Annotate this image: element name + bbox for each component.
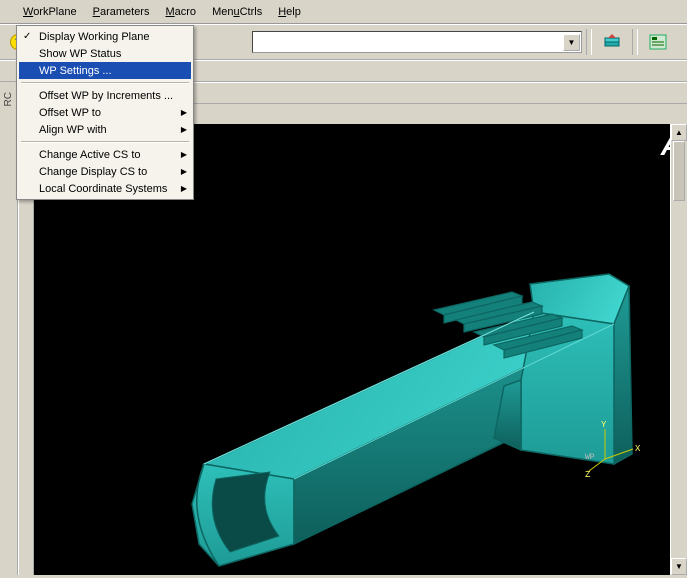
menu-label: Ctrls	[240, 6, 263, 18]
menu-item-change-display-cs[interactable]: Change Display CS to ▶	[19, 163, 191, 180]
toolbar-button-1[interactable]	[598, 29, 626, 55]
menu-parameters[interactable]: Parameters	[85, 3, 158, 21]
left-panel-label: RC	[3, 92, 14, 106]
submenu-arrow-icon: ▶	[181, 150, 187, 159]
menu-label: elp	[286, 6, 301, 18]
axis-y-label: Y	[601, 420, 607, 430]
menu-item-label: Align WP with	[39, 124, 107, 136]
menu-item-label: Offset WP by Increments ...	[39, 90, 173, 102]
menu-item-label: Offset WP to	[39, 107, 101, 119]
sheet-icon	[648, 32, 668, 52]
menu-label: orkPlane	[33, 6, 76, 18]
menu-macro[interactable]: Macro	[157, 3, 204, 21]
menu-item-label: WP Settings ...	[39, 65, 112, 77]
menu-item-align-wp-with[interactable]: Align WP with ▶	[19, 121, 191, 138]
menu-item-wp-settings[interactable]: WP Settings ...	[19, 62, 191, 79]
axis-x-label: X	[635, 444, 641, 454]
scroll-up-button[interactable]: ▲	[671, 124, 687, 141]
menu-item-display-working-plane[interactable]: ✓ Display Working Plane	[19, 28, 191, 45]
menu-item-show-wp-status[interactable]: Show WP Status	[19, 45, 191, 62]
menu-help[interactable]: Help	[270, 3, 309, 21]
menu-item-label: Local Coordinate Systems	[39, 183, 167, 195]
submenu-arrow-icon: ▶	[181, 125, 187, 134]
menu-menuctrls[interactable]: MenuCtrls	[204, 3, 270, 21]
menu-separator	[21, 141, 189, 143]
check-icon: ✓	[23, 31, 31, 42]
toolbar-separator	[586, 29, 592, 55]
menu-item-offset-wp-increments[interactable]: Offset WP by Increments ...	[19, 87, 191, 104]
menu-label: arameters	[100, 6, 150, 18]
menu-item-offset-wp-to[interactable]: Offset WP to ▶	[19, 104, 191, 121]
menu-workplane[interactable]: WorkPlane	[15, 3, 85, 21]
axis-wp-label: WP	[585, 453, 595, 462]
menu-item-label: Show WP Status	[39, 48, 121, 60]
viewport-scrollbar[interactable]: ▲ ▼	[670, 124, 687, 575]
menubar: WorkPlane Parameters Macro MenuCtrls Hel…	[0, 0, 687, 24]
toolbar-button-2[interactable]	[644, 29, 672, 55]
submenu-arrow-icon: ▶	[181, 108, 187, 117]
scroll-down-button[interactable]: ▼	[671, 558, 687, 575]
submenu-arrow-icon: ▶	[181, 167, 187, 176]
menu-item-local-cs[interactable]: Local Coordinate Systems ▶	[19, 180, 191, 197]
menu-item-label: Display Working Plane	[39, 31, 149, 43]
scroll-thumb[interactable]	[673, 141, 685, 201]
material-combo[interactable]: ▼	[252, 31, 582, 53]
workplane-menu: ✓ Display Working Plane Show WP Status W…	[16, 25, 194, 200]
menu-item-label: Change Display CS to	[39, 166, 147, 178]
menu-label: acro	[175, 6, 196, 18]
menu-item-label: Change Active CS to	[39, 149, 141, 161]
stack-icon	[602, 32, 622, 52]
menu-item-change-active-cs[interactable]: Change Active CS to ▶	[19, 146, 191, 163]
axis-triad: X Y Z WP	[585, 419, 645, 483]
axis-z-label: Z	[585, 470, 591, 479]
submenu-arrow-icon: ▶	[181, 184, 187, 193]
toolbar-separator	[632, 29, 638, 55]
menu-separator	[21, 82, 189, 84]
combo-dropdown-button[interactable]: ▼	[563, 34, 580, 51]
